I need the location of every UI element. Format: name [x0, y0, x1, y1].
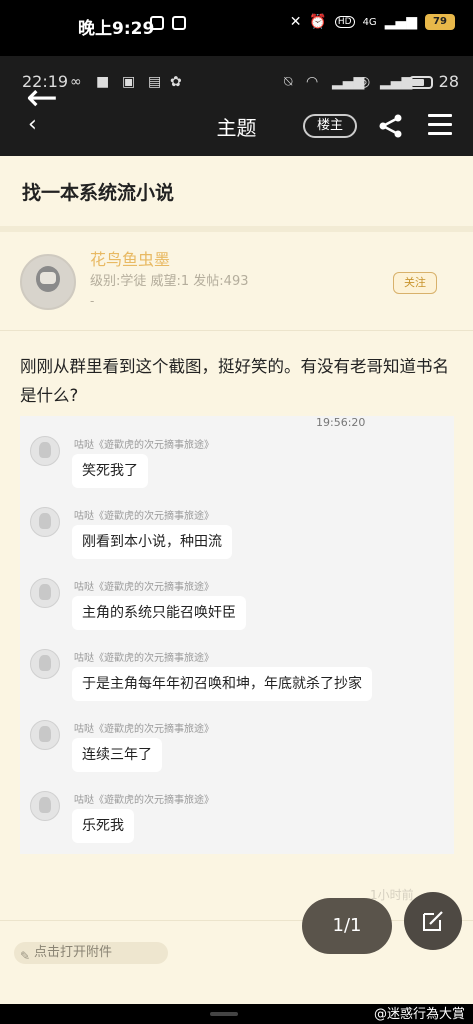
- app-icon: ■: [96, 74, 110, 90]
- menu-icon[interactable]: [428, 114, 452, 136]
- chat-sender-name: 咕哒《遊歡虎的次元摘事旅途》: [74, 440, 214, 451]
- app-icon-2: ▣: [122, 74, 136, 90]
- author-avatar[interactable]: [20, 254, 76, 310]
- chat-screenshot[interactable]: 19:56:20 咕哒《遊歡虎的次元摘事旅途》 笑死我了 咕哒《遊歡虎的次元摘事…: [20, 416, 454, 854]
- follow-button[interactable]: 关注: [393, 272, 437, 294]
- chat-message: 咕哒《遊歡虎的次元摘事旅途》 主角的系统只能召唤奸臣: [20, 578, 454, 648]
- outer-status-bar: 晚上9:29 ✕ ⏰ HD 4G ▂▄▆ 79: [0, 0, 473, 56]
- chat-timestamp: 19:56:20: [316, 416, 366, 429]
- hotspot-icon: ◎: [358, 74, 371, 90]
- signal-icon-inner-2: ▂▄▆: [380, 74, 413, 90]
- chat-message: 咕哒《遊歡虎的次元摘事旅途》 笑死我了: [20, 436, 454, 506]
- wifi-icon: ◠: [306, 74, 319, 90]
- chat-avatar: [30, 507, 60, 537]
- mute-icon: ⍉: [284, 74, 293, 90]
- post-title: 找一本系统流小说: [22, 182, 175, 204]
- chat-avatar: [30, 791, 60, 821]
- chat-message: 咕哒《遊歡虎的次元摘事旅途》 刚看到本小说，种田流: [20, 507, 454, 577]
- chat-bubble: 连续三年了: [72, 738, 162, 772]
- signal-icon: ▂▄▆: [384, 14, 417, 30]
- chat-bubble: 笑死我了: [72, 454, 148, 488]
- weibo-watermark: @迷惑行為大賞: [373, 1007, 465, 1022]
- author-name[interactable]: 花鸟鱼虫墨: [90, 246, 170, 270]
- post-body: 刚刚从群里看到这个截图，挺好笑的。有没有老哥知道书名是什么?: [20, 357, 449, 405]
- chat-bubble: 乐死我: [72, 809, 134, 843]
- chat-message: 咕哒《遊歡虎的次元摘事旅途》 于是主角每年年初召唤和坤，年底就杀了抄家: [20, 649, 454, 719]
- app-notification-icon: [172, 16, 186, 30]
- chat-avatar: [30, 649, 60, 679]
- open-attachment-button[interactable]: ✎ 点击打开附件: [14, 942, 168, 964]
- notification-icon: [150, 16, 164, 30]
- chat-avatar: [30, 720, 60, 750]
- inner-battery-percent: 28: [438, 72, 459, 91]
- app-header: 22:19 ∞ ■ ▣ ▤ ✿ ⍉ ◠ ▂▄▆ ◎ ▂▄▆ 28 ← ‹ 主题 …: [0, 56, 473, 156]
- app-icon-3: ▤: [148, 74, 162, 90]
- chat-bubble: 于是主角每年年初召唤和坤，年底就杀了抄家: [72, 667, 372, 701]
- chat-bubble: 主角的系统只能召唤奸臣: [72, 596, 246, 630]
- share-icon[interactable]: [378, 114, 404, 138]
- alarm-icon: ⏰: [309, 14, 327, 30]
- louzhu-filter-button[interactable]: 楼主: [303, 114, 357, 138]
- vibrate-icon: ✕: [289, 14, 302, 30]
- compose-reply-button[interactable]: [404, 892, 462, 950]
- hd-icon: HD: [334, 16, 355, 28]
- paperclip-icon: ✎: [20, 949, 31, 963]
- app-icon-4: ✿: [170, 74, 182, 90]
- inner-status-bar: 22:19 ∞ ■ ▣ ▤ ✿ ⍉ ◠ ▂▄▆ ◎ ▂▄▆ 28: [0, 68, 473, 98]
- inner-battery-icon: [409, 76, 433, 89]
- chat-sender-name: 咕哒《遊歡虎的次元摘事旅途》: [74, 724, 214, 735]
- chat-sender-name: 咕哒《遊歡虎的次元摘事旅途》: [74, 795, 214, 806]
- battery-icon: 79: [425, 14, 455, 30]
- home-indicator: [210, 1012, 238, 1016]
- attachment-label: 点击打开附件: [34, 945, 113, 960]
- chat-message: 咕哒《遊歡虎的次元摘事旅途》 乐死我: [20, 791, 454, 861]
- outer-status-icons: ✕ ⏰ HD 4G ▂▄▆ 79: [290, 14, 455, 30]
- chat-message: 咕哒《遊歡虎的次元摘事旅途》 连续三年了: [20, 720, 454, 790]
- divider: [0, 330, 473, 331]
- chat-avatar: [30, 578, 60, 608]
- chat-bubble: 刚看到本小说，种田流: [72, 525, 232, 559]
- chat-avatar: [30, 436, 60, 466]
- chat-sender-name: 咕哒《遊歡虎的次元摘事旅途》: [74, 653, 214, 664]
- edit-icon: [423, 911, 443, 931]
- post-page: 找一本系统流小说 花鸟鱼虫墨 级别:学徒 威望:1 发帖:493 - 关注 刚刚…: [0, 156, 473, 1004]
- back-arrow-icon[interactable]: ←: [26, 78, 58, 116]
- author-meta: 级别:学徒 威望:1 发帖:493: [90, 274, 249, 289]
- outer-status-time: 晚上9:29: [78, 19, 155, 39]
- infinity-icon: ∞: [70, 74, 82, 90]
- chat-sender-name: 咕哒《遊歡虎的次元摘事旅途》: [74, 582, 214, 593]
- author-meta-extra: -: [90, 294, 95, 308]
- page-indicator-button[interactable]: 1/1: [302, 898, 392, 954]
- divider: [0, 226, 473, 232]
- network-label: 4G: [362, 16, 377, 28]
- divider: [0, 920, 473, 921]
- chat-sender-name: 咕哒《遊歡虎的次元摘事旅途》: [74, 511, 214, 522]
